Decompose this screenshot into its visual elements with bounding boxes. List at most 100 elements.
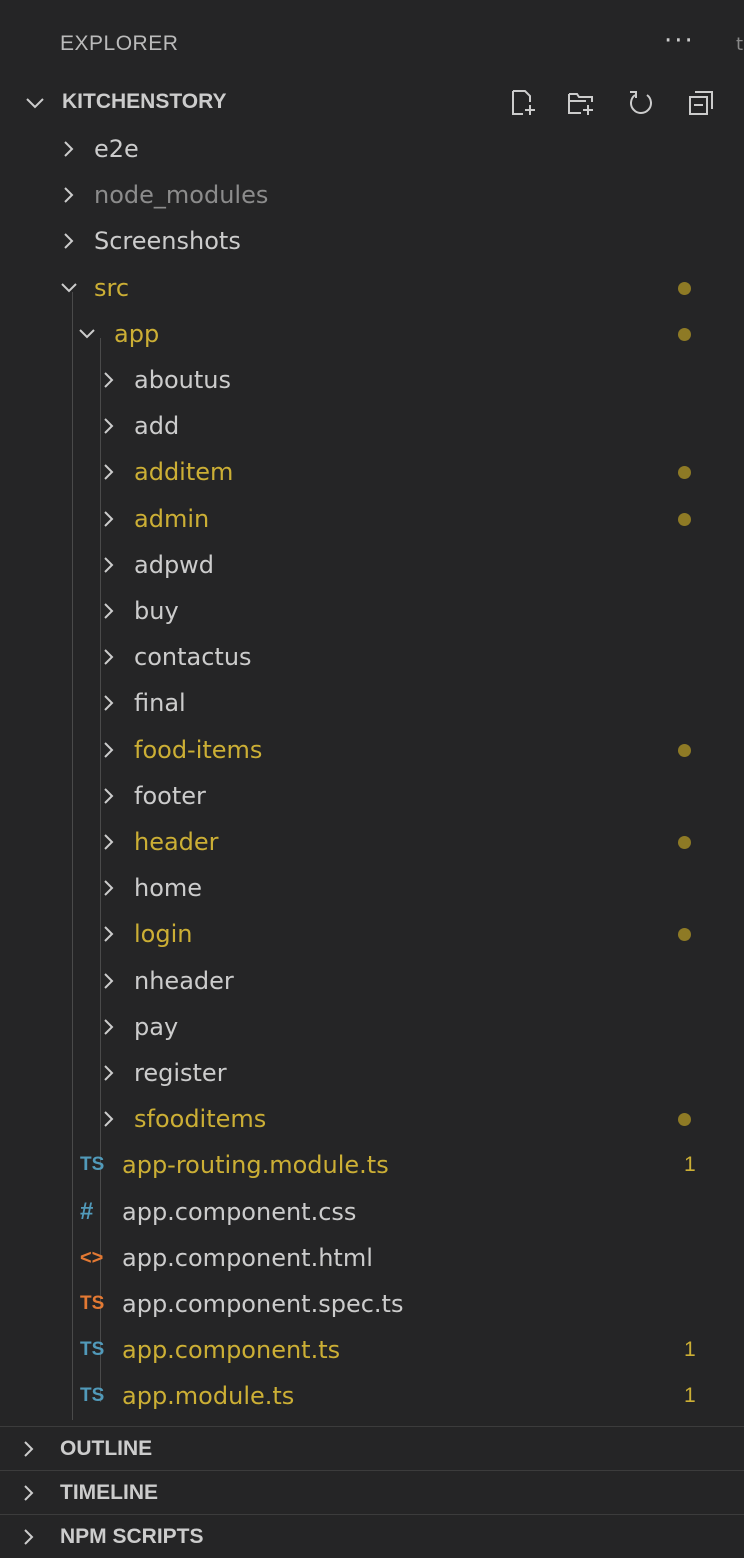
folder-label: e2e bbox=[94, 135, 139, 163]
folder-label: aboutus bbox=[134, 366, 231, 394]
problem-count-badge: 1 bbox=[684, 1384, 696, 1408]
modified-dot-icon bbox=[678, 928, 691, 942]
section-title: TIMELINE bbox=[60, 1481, 158, 1504]
new-folder-icon[interactable] bbox=[566, 88, 596, 118]
folder-label: node_modules bbox=[94, 181, 269, 210]
css-file-icon: # bbox=[80, 1197, 94, 1225]
folder-item-additem[interactable]: additem bbox=[0, 449, 744, 495]
folder-label: sfooditems bbox=[134, 1105, 267, 1134]
folder-item-home[interactable]: home bbox=[0, 865, 744, 911]
folder-label: final bbox=[134, 689, 186, 718]
folder-label: adpwd bbox=[134, 550, 215, 579]
folder-label: src bbox=[94, 273, 130, 302]
file-item-app-routing-module-ts[interactable]: TS app-routing.module.ts 1 bbox=[0, 1142, 744, 1188]
chevron-down-icon bbox=[61, 282, 77, 293]
typescript-file-icon: TS bbox=[80, 1293, 105, 1314]
chevron-right-icon bbox=[104, 418, 114, 434]
folder-label: contactus bbox=[134, 643, 252, 672]
folder-item-header[interactable]: header bbox=[0, 819, 744, 865]
section-header-npm-scripts[interactable]: NPM SCRIPTS bbox=[0, 1514, 744, 1558]
folder-item-admin[interactable]: admin bbox=[0, 496, 744, 542]
folder-item-add[interactable]: add bbox=[0, 403, 744, 449]
folder-item-pay[interactable]: pay bbox=[0, 1004, 744, 1050]
folder-item-final[interactable]: final bbox=[0, 680, 744, 726]
folder-item-e2e[interactable]: e2e bbox=[0, 126, 744, 172]
chevron-right-icon bbox=[104, 372, 114, 388]
chevron-right-icon bbox=[104, 1019, 114, 1035]
folder-item-contactus[interactable]: contactus bbox=[0, 634, 744, 680]
chevron-right-icon bbox=[64, 187, 74, 203]
folder-label: admin bbox=[134, 504, 210, 533]
folder-label: login bbox=[134, 920, 193, 949]
section-header-outline[interactable]: OUTLINE bbox=[0, 1426, 744, 1470]
chevron-right-icon bbox=[24, 1441, 34, 1457]
folder-item-login[interactable]: login bbox=[0, 911, 744, 957]
chevron-right-icon bbox=[104, 695, 114, 712]
file-item-app-component-css[interactable]: # app.component.css bbox=[0, 1189, 744, 1235]
folder-label: Screenshots bbox=[94, 227, 241, 256]
chevron-right-icon bbox=[104, 880, 114, 896]
folder-item-footer[interactable]: footer bbox=[0, 773, 744, 819]
folder-item-adpwd[interactable]: adpwd bbox=[0, 542, 744, 588]
folder-item-src[interactable]: src bbox=[0, 265, 744, 311]
folder-label: header bbox=[134, 828, 219, 856]
file-item-app-component-spec-ts[interactable]: TS app.component.spec.ts bbox=[0, 1281, 744, 1327]
folder-item-app[interactable]: app bbox=[0, 311, 744, 357]
chevron-right-icon bbox=[64, 233, 74, 250]
section-header-timeline[interactable]: TIMELINE bbox=[0, 1470, 744, 1514]
folder-item-screenshots[interactable]: Screenshots bbox=[0, 218, 744, 264]
project-title: KITCHENSTORY bbox=[62, 90, 227, 113]
modified-dot-icon bbox=[678, 327, 691, 341]
folder-label: pay bbox=[134, 1012, 179, 1041]
more-actions-icon[interactable]: ··· bbox=[664, 26, 695, 56]
folder-label: additem bbox=[134, 458, 234, 487]
folder-item-register[interactable]: register bbox=[0, 1050, 744, 1096]
chevron-right-icon bbox=[104, 603, 114, 619]
chevron-right-icon bbox=[64, 141, 74, 157]
file-label: app.component.css bbox=[122, 1197, 357, 1226]
html-file-icon: <> bbox=[80, 1246, 104, 1269]
chevron-right-icon bbox=[104, 464, 114, 481]
modified-dot-icon bbox=[678, 836, 691, 849]
collapse-all-icon[interactable] bbox=[686, 88, 716, 118]
chevron-right-icon bbox=[104, 972, 114, 989]
explorer-title: EXPLORER bbox=[60, 32, 179, 55]
chevron-right-icon bbox=[104, 649, 114, 665]
editor-edge-text: t bbox=[736, 34, 744, 55]
file-item-app-component-html[interactable]: <> app.component.html bbox=[0, 1235, 744, 1281]
refresh-icon[interactable] bbox=[626, 88, 656, 118]
folder-item-aboutus[interactable]: aboutus bbox=[0, 357, 744, 403]
folder-item-nheader[interactable]: nheader bbox=[0, 958, 744, 1004]
chevron-right-icon bbox=[104, 834, 114, 850]
modified-dot-icon bbox=[678, 466, 691, 480]
chevron-right-icon bbox=[104, 510, 114, 527]
modified-dot-icon bbox=[678, 1113, 691, 1127]
explorer-header: EXPLORER ··· t bbox=[0, 0, 744, 84]
chevron-right-icon bbox=[24, 1529, 34, 1545]
new-file-icon[interactable] bbox=[508, 88, 538, 118]
chevron-down-icon bbox=[79, 329, 95, 339]
typescript-file-icon: TS bbox=[80, 1154, 105, 1176]
folder-item-buy[interactable]: buy bbox=[0, 588, 744, 634]
folder-item-food-items[interactable]: food-items bbox=[0, 727, 744, 773]
modified-dot-icon bbox=[678, 743, 691, 757]
folder-item-node-modules[interactable]: node_modules bbox=[0, 172, 744, 218]
typescript-file-icon: TS bbox=[80, 1385, 105, 1407]
chevron-right-icon bbox=[24, 1485, 34, 1501]
chevron-right-icon bbox=[104, 1065, 114, 1081]
file-label: app.module.ts bbox=[122, 1382, 295, 1411]
file-item-app-module-ts[interactable]: TS app.module.ts 1 bbox=[0, 1373, 744, 1419]
file-label: app.component.ts bbox=[122, 1336, 341, 1365]
chevron-right-icon bbox=[104, 926, 114, 943]
project-section-header[interactable]: KITCHENSTORY bbox=[0, 80, 744, 126]
chevron-right-icon bbox=[104, 788, 114, 804]
file-label: app.component.html bbox=[122, 1243, 373, 1272]
file-label: app.component.spec.ts bbox=[122, 1290, 404, 1318]
folder-label: add bbox=[134, 412, 180, 441]
folder-label: food-items bbox=[134, 735, 263, 764]
folder-label: nheader bbox=[134, 966, 234, 995]
file-item-app-component-ts[interactable]: TS app.component.ts 1 bbox=[0, 1327, 744, 1373]
folder-item-sfooditems[interactable]: sfooditems bbox=[0, 1096, 744, 1142]
chevron-right-icon bbox=[104, 741, 114, 758]
chevron-right-icon bbox=[104, 1111, 114, 1127]
